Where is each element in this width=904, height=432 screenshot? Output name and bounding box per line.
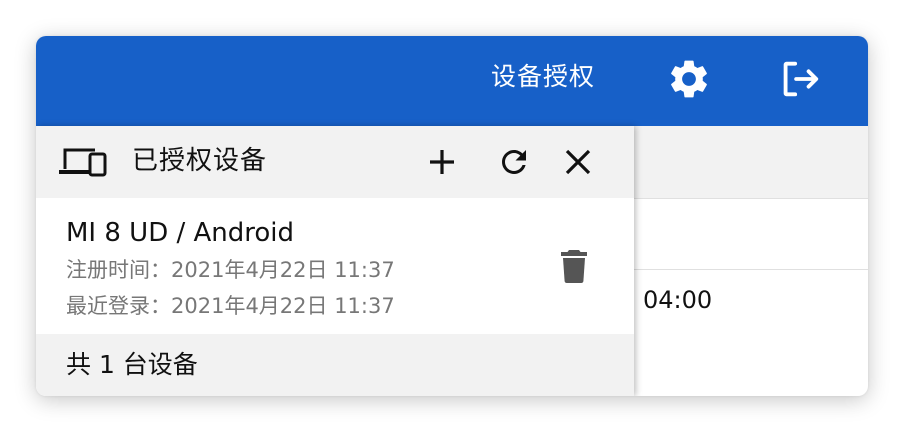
close-button[interactable] [560,144,596,180]
settings-button[interactable] [666,56,712,102]
gear-icon [671,60,707,98]
delete-device-button[interactable] [560,248,588,284]
devices-icon [59,148,107,177]
background-table-header [634,126,868,199]
device-registered-time: 注册时间：2021年4月22日 11:37 [66,258,395,282]
add-device-button[interactable] [424,144,460,180]
logout-button[interactable] [776,56,822,102]
device-list-item[interactable]: MI 8 UD / Android 注册时间：2021年4月22日 11:37 … [36,198,634,334]
background-table-row [634,199,868,270]
top-app-bar: 设备授权 [36,36,868,126]
device-count-text: 共 1 台设备 [66,350,198,379]
panel-header: 已授权设备 [36,126,634,198]
refresh-icon [502,150,526,174]
background-time-text: 04:00 [643,286,713,314]
authorized-devices-panel: 已授权设备 MI 8 UD / Android 注册时间：2021年4月22日 … [36,126,634,396]
device-last-login: 最近登录：2021年4月22日 11:37 [66,294,395,318]
device-name: MI 8 UD / Android [66,218,295,248]
close-icon [565,149,591,175]
panel-footer: 共 1 台设备 [36,334,634,396]
add-icon [430,150,454,174]
app-window: 设备授权 04:00 已授权设备 MI 8 UD / Android 注册时间：… [36,36,868,396]
trash-icon [561,250,587,283]
panel-title: 已授权设备 [132,146,268,176]
logout-icon [783,61,819,97]
refresh-button[interactable] [496,144,532,180]
app-title: 设备授权 [491,62,596,91]
